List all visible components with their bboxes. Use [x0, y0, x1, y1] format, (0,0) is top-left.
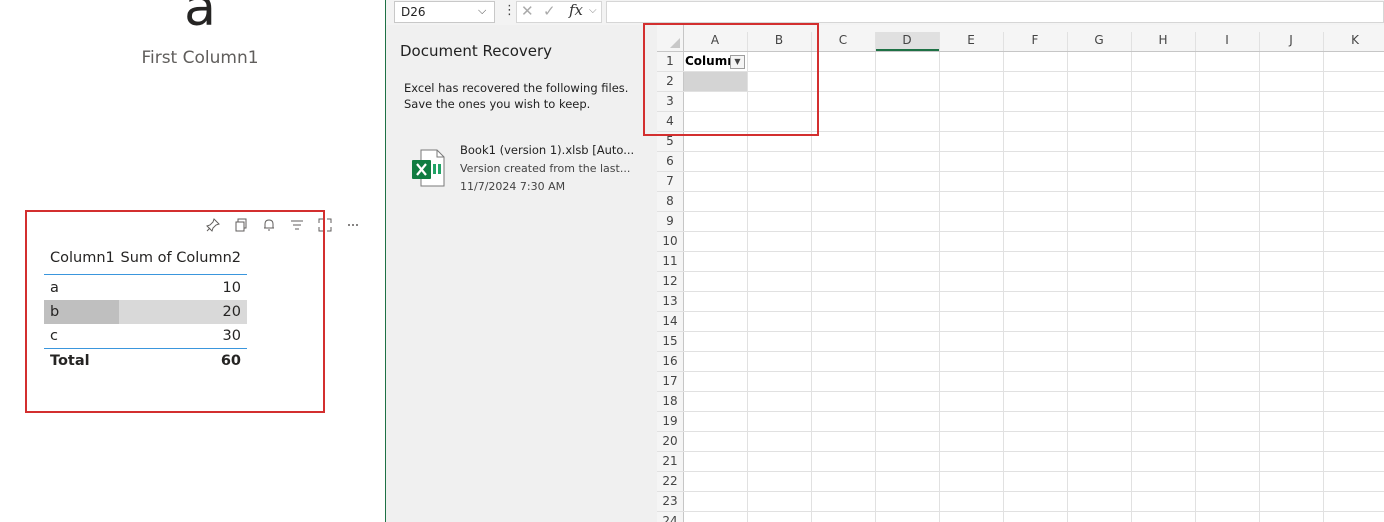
recovery-file-time: 11/7/2024 7:30 AM: [460, 180, 566, 193]
column-header-D[interactable]: D: [875, 33, 939, 47]
highlight-box-table: [25, 210, 325, 413]
row-header-14[interactable]: 14: [657, 314, 683, 328]
cancel-icon[interactable]: ✕: [521, 2, 534, 20]
more-options-icon[interactable]: [345, 217, 361, 233]
row-header-11[interactable]: 11: [657, 254, 683, 268]
excel-file-icon[interactable]: [411, 149, 445, 187]
row-header-6[interactable]: 6: [657, 154, 683, 168]
row-header-20[interactable]: 20: [657, 434, 683, 448]
column-header-E[interactable]: E: [939, 33, 1003, 47]
recovery-file-name[interactable]: Book1 (version 1).xlsb [Auto...: [460, 143, 634, 157]
row-header-18[interactable]: 18: [657, 394, 683, 408]
column-header-K[interactable]: K: [1323, 33, 1384, 47]
column-header-G[interactable]: G: [1067, 33, 1131, 47]
insert-function-icon[interactable]: fx: [569, 1, 583, 19]
enter-check-icon[interactable]: ✓: [543, 2, 556, 20]
chevron-down-icon[interactable]: ⌵: [478, 4, 486, 18]
row-header-9[interactable]: 9: [657, 214, 683, 228]
highlight-box-grid: [643, 23, 819, 136]
row-header-5[interactable]: 5: [657, 134, 683, 148]
row-header-7[interactable]: 7: [657, 174, 683, 188]
column-header-J[interactable]: J: [1259, 33, 1323, 47]
row-header-17[interactable]: 17: [657, 374, 683, 388]
row-header-15[interactable]: 15: [657, 334, 683, 348]
row-header-13[interactable]: 13: [657, 294, 683, 308]
card-value: a: [184, 0, 216, 38]
recovery-message: Excel has recovered the following files.…: [404, 81, 629, 111]
card-label: First Column1: [141, 48, 259, 68]
row-header-12[interactable]: 12: [657, 274, 683, 288]
column-header-I[interactable]: I: [1195, 33, 1259, 47]
row-header-16[interactable]: 16: [657, 354, 683, 368]
chevron-down-icon[interactable]: ⌵: [589, 5, 597, 16]
row-header-23[interactable]: 23: [657, 494, 683, 508]
column-header-F[interactable]: F: [1003, 33, 1067, 47]
column-header-H[interactable]: H: [1131, 33, 1195, 47]
column-header-C[interactable]: C: [811, 33, 875, 47]
formula-input[interactable]: [606, 1, 1384, 23]
recovery-title: Document Recovery: [400, 42, 553, 60]
row-header-22[interactable]: 22: [657, 474, 683, 488]
row-header-8[interactable]: 8: [657, 194, 683, 208]
row-header-10[interactable]: 10: [657, 234, 683, 248]
row-header-24[interactable]: 24: [657, 514, 683, 522]
row-header-21[interactable]: 21: [657, 454, 683, 468]
recovery-file-description: Version created from the last...: [460, 162, 631, 175]
row-header-19[interactable]: 19: [657, 414, 683, 428]
vertical-dots-icon[interactable]: ⋮: [503, 3, 516, 18]
